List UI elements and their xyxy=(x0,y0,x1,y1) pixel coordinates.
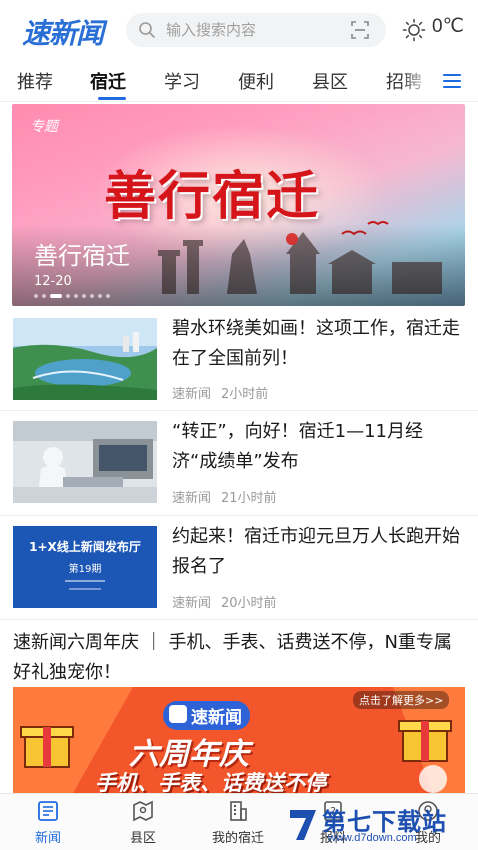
site-watermark: 第七下载站 www.d7down.com xyxy=(284,800,478,848)
news-thumbnail xyxy=(13,318,157,400)
tab-recommend[interactable]: 推荐 xyxy=(17,68,53,94)
news-time: 2小时前 xyxy=(221,387,269,402)
carousel-dot[interactable] xyxy=(90,294,94,298)
scan-icon[interactable] xyxy=(350,20,370,40)
news-title: 碧水环绕美如画！这项工作，宿迁走在了全国前列！ xyxy=(172,318,460,369)
menu-icon[interactable] xyxy=(442,72,462,90)
promo-hint: 点击了解更多>> xyxy=(353,691,450,709)
carousel-dot[interactable] xyxy=(82,294,86,298)
search-bar[interactable] xyxy=(126,13,386,47)
tab-county[interactable]: 县区 xyxy=(312,68,348,94)
news-icon xyxy=(38,801,58,821)
sun-icon xyxy=(402,18,426,42)
promo-title[interactable]: 速新闻六周年庆 ｜ 手机、手表、话费送不停，N重专属好礼独宠你！ xyxy=(13,628,465,688)
nav-news[interactable]: 新闻 xyxy=(3,794,93,850)
nav-my-suqian[interactable]: 我的宿迁 xyxy=(193,794,283,850)
news-source: 速新闻 xyxy=(172,387,212,402)
carousel-dots xyxy=(34,294,110,298)
carousel-dot[interactable] xyxy=(74,294,78,298)
news-thumbnail xyxy=(13,421,157,503)
nav-label: 县区 xyxy=(129,831,156,846)
news-meta: 速新闻 21小时前 xyxy=(172,487,277,506)
carousel-dot[interactable] xyxy=(34,294,38,298)
search-icon xyxy=(139,22,155,38)
tab-suqian[interactable]: 宿迁 xyxy=(90,68,126,94)
building-icon xyxy=(230,801,247,821)
divider xyxy=(0,619,478,620)
map-icon xyxy=(133,800,153,822)
tabs-fade xyxy=(400,60,440,100)
banner-art-title: 善行宿迁 xyxy=(104,166,321,227)
promo-brand-label: 速新闻 xyxy=(191,708,242,728)
topic-banner[interactable]: 专题 善行宿迁 善行宿迁 12-20 xyxy=(12,104,465,306)
brand-icon xyxy=(169,705,187,723)
banner-date: 12-20 xyxy=(34,274,72,289)
news-thumbnail: 1+X线上新闻发布厅 第19期 xyxy=(13,526,157,608)
thumb-heading: 1+X线上新闻发布厅 xyxy=(29,540,141,554)
news-title: 约起来！宿迁市迎元旦万人长跑开始报名了 xyxy=(172,526,460,577)
news-time: 20小时前 xyxy=(221,596,277,611)
carousel-dot[interactable] xyxy=(98,294,102,298)
news-source: 速新闻 xyxy=(172,596,212,611)
news-time: 21小时前 xyxy=(221,491,277,506)
nav-county[interactable]: 县区 xyxy=(98,794,188,850)
news-item[interactable]: 1+X线上新闻发布厅 第19期 约起来！宿迁市迎元旦万人长跑开始报名了 速新闻 2… xyxy=(0,516,478,620)
promo-brand: 速新闻 xyxy=(163,701,250,730)
nav-label: 我的宿迁 xyxy=(211,831,264,846)
news-item[interactable]: “转正”，向好！宿迁1—11月经济“成绩单”发布 速新闻 21小时前 xyxy=(0,411,478,515)
thumb-line xyxy=(69,588,101,590)
news-title: “转正”，向好！宿迁1—11月经济“成绩单”发布 xyxy=(172,421,424,472)
carousel-dot[interactable] xyxy=(106,294,110,298)
tab-convenience[interactable]: 便利 xyxy=(238,68,274,94)
active-tab-indicator xyxy=(98,97,126,100)
promo-banner[interactable]: 点击了解更多>> 速新闻 六周年庆 手机、手表、话费送不停 xyxy=(13,687,465,793)
banner-tag: 专题 xyxy=(30,119,58,135)
promo-sub-text: 手机、手表、话费送不停 xyxy=(95,771,326,793)
nav-label: 新闻 xyxy=(34,831,61,846)
thumb-sub: 第19期 xyxy=(68,564,102,575)
carousel-dot[interactable] xyxy=(66,294,70,298)
app-logo[interactable]: 速新闻 xyxy=(22,12,104,52)
watermark-url: www.d7down.com xyxy=(328,832,417,844)
news-item[interactable]: 碧水环绕美如画！这项工作，宿迁走在了全国前列！ 速新闻 2小时前 xyxy=(0,306,478,410)
app-header: 速新闻 0℃ xyxy=(0,0,478,60)
channel-tabs: 推荐 宿迁 学习 便利 县区 招聘 xyxy=(0,60,478,102)
thumb-line xyxy=(65,580,105,582)
carousel-dot[interactable] xyxy=(42,294,46,298)
news-meta: 速新闻 2小时前 xyxy=(172,383,268,402)
news-source: 速新闻 xyxy=(172,491,212,506)
watermark-logo-icon xyxy=(290,810,316,840)
temperature: 0℃ xyxy=(432,16,464,37)
tab-study[interactable]: 学习 xyxy=(164,68,200,94)
search-input[interactable] xyxy=(166,13,336,47)
banner-title: 善行宿迁 xyxy=(34,242,130,270)
news-meta: 速新闻 20小时前 xyxy=(172,592,277,611)
carousel-dot-active[interactable] xyxy=(50,294,62,298)
